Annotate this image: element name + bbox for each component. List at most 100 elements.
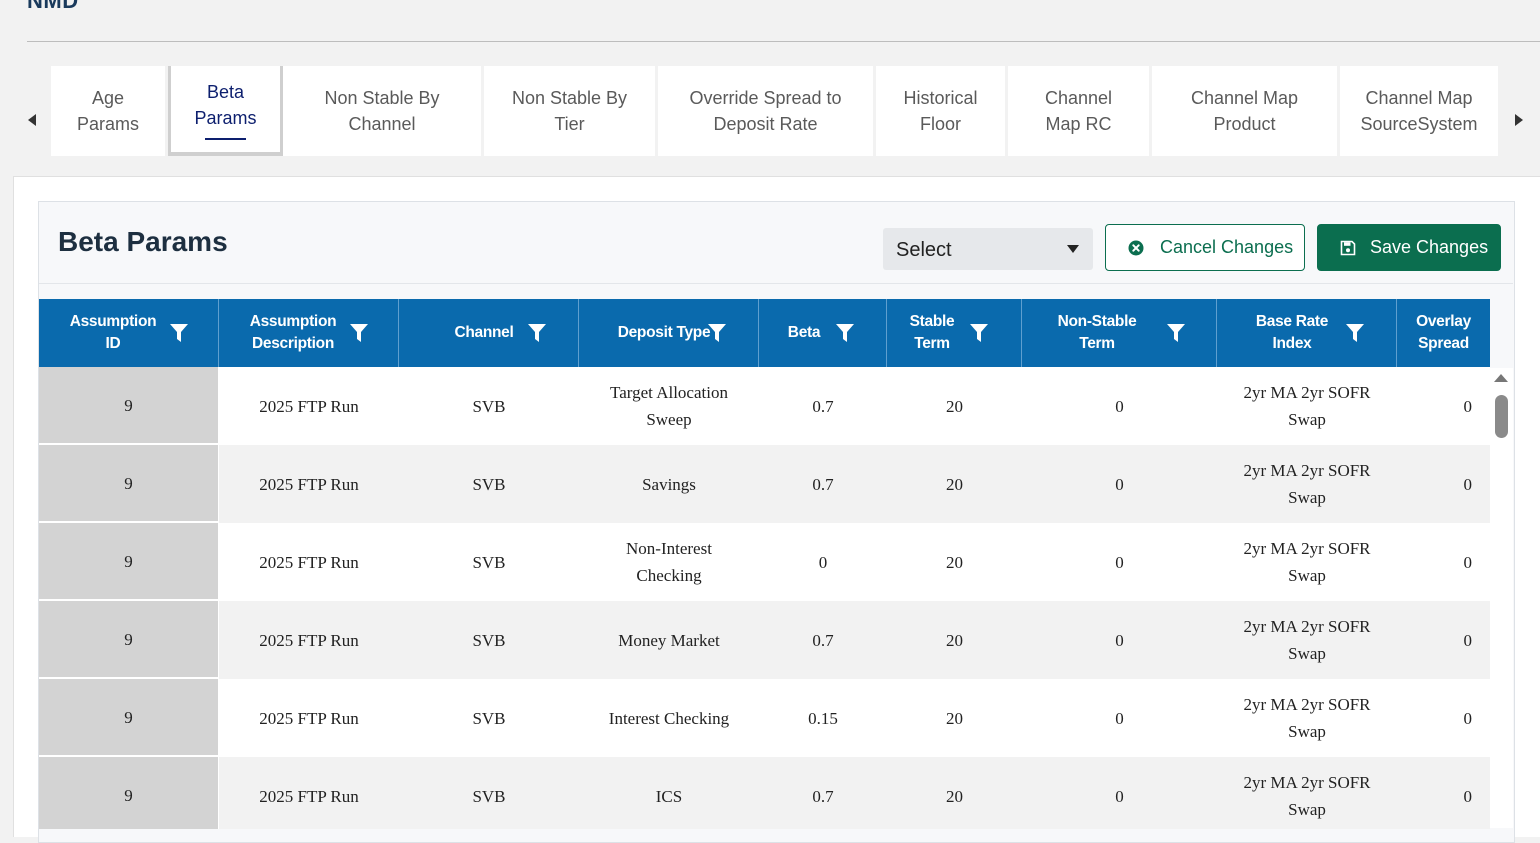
cell-non-stable-term[interactable]: 0 xyxy=(1022,601,1217,679)
cell-assumption-id[interactable]: 9 xyxy=(39,601,219,679)
cell-overlay-spread[interactable]: 0 xyxy=(1397,679,1490,757)
cell-stable-term[interactable]: 20 xyxy=(887,445,1022,523)
table-row[interactable]: 9 2025 FTP Run SVB Interest Checking 0.15 20 0… xyxy=(39,679,1490,757)
cell-deposit-type[interactable]: Money Market xyxy=(579,601,759,679)
column-header-deposit-type[interactable]: Deposit Type xyxy=(579,299,759,367)
tab-historical-floor[interactable]: Historical Floor xyxy=(876,66,1008,156)
cell-deposit-type[interactable]: Savings xyxy=(579,445,759,523)
filter-icon[interactable] xyxy=(349,322,369,344)
cell-non-stable-term[interactable]: 0 xyxy=(1022,757,1217,829)
table-row[interactable]: 9 2025 FTP Run SVB ICS 0.7 20 0 2yr MA 2yr SOFR… xyxy=(39,757,1490,829)
tab-label: Beta Params xyxy=(194,82,257,128)
cell-value: 9 xyxy=(124,629,133,649)
column-header-base-rate-index[interactable]: Base Rate Index xyxy=(1217,299,1397,367)
cell-base-rate-index[interactable]: 2yr MA 2yr SOFR Swap xyxy=(1217,679,1397,757)
tab-override-spread-to-deposit-rate[interactable]: Override Spread to Deposit Rate xyxy=(658,66,876,156)
floppy-disk-icon xyxy=(1340,240,1356,255)
column-header-overlay-spread[interactable]: Overlay Spread xyxy=(1397,299,1490,367)
column-header-non-stable-term[interactable]: Non-Stable Term xyxy=(1022,299,1217,367)
cell-overlay-spread[interactable]: 0 xyxy=(1397,367,1490,445)
cell-beta[interactable]: 0.15 xyxy=(759,679,887,757)
cell-overlay-spread[interactable]: 0 xyxy=(1397,523,1490,601)
cell-channel[interactable]: SVB xyxy=(399,601,579,679)
cell-base-rate-index[interactable]: 2yr MA 2yr SOFR Swap xyxy=(1217,367,1397,445)
assumption-select[interactable]: Select xyxy=(883,228,1093,270)
cell-channel[interactable]: SVB xyxy=(399,757,579,829)
cell-base-rate-index[interactable]: 2yr MA 2yr SOFR Swap xyxy=(1217,445,1397,523)
filter-icon[interactable] xyxy=(707,322,727,344)
cell-deposit-type[interactable]: ICS xyxy=(579,757,759,829)
cell-channel[interactable]: SVB xyxy=(399,679,579,757)
cell-assumption-description[interactable]: 2025 FTP Run xyxy=(219,523,399,601)
cell-assumption-id[interactable]: 9 xyxy=(39,757,219,829)
column-header-assumption-description[interactable]: Assumption Description xyxy=(219,299,399,367)
tab-channel-map-sourcesystem[interactable]: Channel Map SourceSystem xyxy=(1340,66,1501,156)
cell-assumption-id[interactable]: 9 xyxy=(39,523,219,601)
cell-value: 2025 FTP Run xyxy=(259,552,359,572)
table-row[interactable]: 9 2025 FTP Run SVB Target Allocation Sweep 0… xyxy=(39,367,1490,445)
column-header-label: Assumption ID xyxy=(69,313,157,352)
tab-channel-map-product[interactable]: Channel Map Product xyxy=(1152,66,1340,156)
cell-deposit-type[interactable]: Interest Checking xyxy=(579,679,759,757)
save-changes-button[interactable]: Save Changes xyxy=(1317,224,1501,271)
cell-assumption-description[interactable]: 2025 FTP Run xyxy=(219,367,399,445)
cell-assumption-id[interactable]: 9 xyxy=(39,679,219,757)
filter-icon[interactable] xyxy=(527,322,547,344)
cell-deposit-type[interactable]: Target Allocation Sweep xyxy=(579,367,759,445)
cell-beta[interactable]: 0.7 xyxy=(759,757,887,829)
table-row[interactable]: 9 2025 FTP Run SVB Non-Interest Checking 0 20… xyxy=(39,523,1490,601)
column-header-stable-term[interactable]: Stable Term xyxy=(887,299,1022,367)
cell-channel[interactable]: SVB xyxy=(399,523,579,601)
cell-beta[interactable]: 0.7 xyxy=(759,601,887,679)
cell-beta[interactable]: 0.7 xyxy=(759,445,887,523)
cell-channel[interactable]: SVB xyxy=(399,367,579,445)
cell-non-stable-term[interactable]: 0 xyxy=(1022,367,1217,445)
column-header-beta[interactable]: Beta xyxy=(759,299,887,367)
cell-value: 0 xyxy=(1463,474,1473,494)
cell-stable-term[interactable]: 20 xyxy=(887,367,1022,445)
cell-deposit-type[interactable]: Non-Interest Checking xyxy=(579,523,759,601)
tabs-scroll-left-button[interactable] xyxy=(25,110,39,130)
cell-non-stable-term[interactable]: 0 xyxy=(1022,679,1217,757)
cell-overlay-spread[interactable]: 0 xyxy=(1397,445,1490,523)
tab-beta-params[interactable]: Beta Params xyxy=(168,66,283,156)
filter-icon[interactable] xyxy=(169,322,189,344)
tab-age-params[interactable]: Age Params xyxy=(51,66,168,156)
table-row[interactable]: 9 2025 FTP Run SVB Savings 0.7 20 0 2yr MA 2yr … xyxy=(39,445,1490,523)
cell-channel[interactable]: SVB xyxy=(399,445,579,523)
cell-non-stable-term[interactable]: 0 xyxy=(1022,523,1217,601)
cell-stable-term[interactable]: 20 xyxy=(887,523,1022,601)
cell-overlay-spread[interactable]: 0 xyxy=(1397,601,1490,679)
cell-stable-term[interactable]: 20 xyxy=(887,679,1022,757)
cell-assumption-description[interactable]: 2025 FTP Run xyxy=(219,445,399,523)
cell-value: 20 xyxy=(946,786,963,806)
scroll-up-arrow-icon[interactable] xyxy=(1494,374,1508,382)
filter-icon[interactable] xyxy=(969,322,989,344)
cell-assumption-id[interactable]: 9 xyxy=(39,445,219,523)
cell-stable-term[interactable]: 20 xyxy=(887,601,1022,679)
cell-non-stable-term[interactable]: 0 xyxy=(1022,445,1217,523)
cell-base-rate-index[interactable]: 2yr MA 2yr SOFR Swap xyxy=(1217,757,1397,829)
tab-channel-map-rc[interactable]: Channel Map RC xyxy=(1008,66,1152,156)
cell-assumption-description[interactable]: 2025 FTP Run xyxy=(219,679,399,757)
tab-non-stable-by-channel[interactable]: Non Stable By Channel xyxy=(283,66,484,156)
table-row[interactable]: 9 2025 FTP Run SVB Money Market 0.7 20 0 2yr MA… xyxy=(39,601,1490,679)
filter-icon[interactable] xyxy=(1166,322,1186,344)
filter-icon[interactable] xyxy=(835,322,855,344)
scrollbar-thumb[interactable] xyxy=(1495,395,1508,438)
cell-overlay-spread[interactable]: 0 xyxy=(1397,757,1490,829)
cell-base-rate-index[interactable]: 2yr MA 2yr SOFR Swap xyxy=(1217,523,1397,601)
cell-assumption-description[interactable]: 2025 FTP Run xyxy=(219,601,399,679)
tab-non-stable-by-tier[interactable]: Non Stable By Tier xyxy=(484,66,658,156)
cell-beta[interactable]: 0 xyxy=(759,523,887,601)
tabs-scroll-right-button[interactable] xyxy=(1512,110,1526,130)
cell-assumption-description[interactable]: 2025 FTP Run xyxy=(219,757,399,829)
filter-icon[interactable] xyxy=(1345,322,1365,344)
cell-stable-term[interactable]: 20 xyxy=(887,757,1022,829)
cell-assumption-id[interactable]: 9 xyxy=(39,367,219,445)
cancel-changes-button[interactable]: Cancel Changes xyxy=(1105,224,1305,271)
column-header-assumption-id[interactable]: Assumption ID xyxy=(39,299,219,367)
cell-base-rate-index[interactable]: 2yr MA 2yr SOFR Swap xyxy=(1217,601,1397,679)
cell-beta[interactable]: 0.7 xyxy=(759,367,887,445)
column-header-channel[interactable]: Channel xyxy=(399,299,579,367)
